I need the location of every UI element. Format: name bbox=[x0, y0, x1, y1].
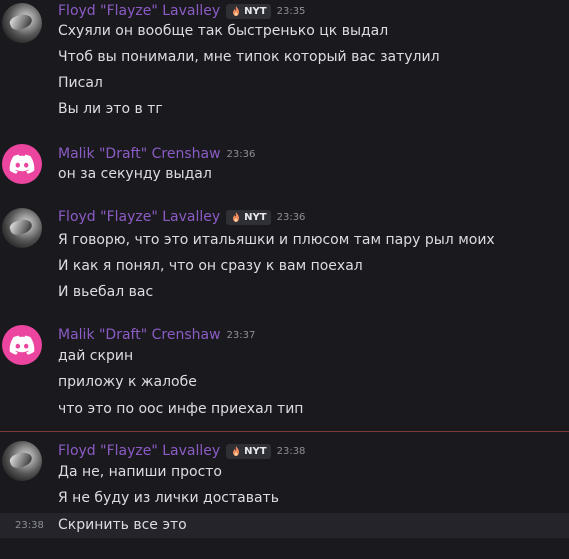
author-name[interactable]: Malik "Draft" Crenshaw bbox=[58, 327, 221, 343]
chat-messages: Floyd "Flayze" Lavalley NYT 23:35 Схуяли… bbox=[0, 0, 569, 559]
role-badge-label: NYT bbox=[244, 211, 267, 223]
role-badge[interactable]: NYT bbox=[226, 443, 271, 459]
author-name[interactable]: Malik "Draft" Crenshaw bbox=[58, 146, 221, 162]
role-badge-label: NYT bbox=[244, 5, 267, 17]
message-text: Скринить все это bbox=[58, 517, 187, 533]
role-badge-label: NYT bbox=[244, 445, 267, 457]
message-header: Floyd "Flayze" Lavalley NYT 23:36 bbox=[58, 209, 305, 225]
message-text: Я не буду из лички доставать bbox=[58, 490, 279, 506]
role-badge[interactable]: NYT bbox=[226, 3, 271, 19]
avatar[interactable] bbox=[2, 208, 42, 248]
timestamp[interactable]: 23:35 bbox=[277, 6, 306, 17]
discord-logo-icon bbox=[9, 335, 35, 355]
author-name[interactable]: Floyd "Flayze" Lavalley bbox=[58, 443, 220, 459]
author-name[interactable]: Floyd "Flayze" Lavalley bbox=[58, 3, 220, 19]
message-text: Я говорю, что это итальяшки и плюсом там… bbox=[58, 232, 495, 248]
role-badge[interactable]: NYT bbox=[226, 209, 271, 225]
message-text: приложу к жалобе bbox=[58, 374, 197, 390]
avatar[interactable] bbox=[2, 3, 42, 43]
message-text: Писал bbox=[58, 75, 103, 91]
message-text: Схуяли он вообще так быстренько цк выдал bbox=[58, 23, 389, 39]
message-header: Malik "Draft" Crenshaw 23:36 bbox=[58, 146, 255, 162]
message-text: Чтоб вы понимали, мне типок который вас … bbox=[58, 49, 440, 65]
avatar[interactable] bbox=[2, 144, 42, 184]
fire-emoji-icon bbox=[233, 6, 240, 16]
message-text: дай скрин bbox=[58, 348, 134, 364]
message-text: он за секунду выдал bbox=[58, 166, 212, 182]
message-text: что это по оос инфе приехал тип bbox=[58, 401, 304, 417]
message-text: И как я понял, что он сразу к вам поехал bbox=[58, 258, 363, 274]
fire-emoji-icon bbox=[233, 446, 240, 456]
message-text: Вы ли это в тг bbox=[58, 101, 163, 117]
new-messages-divider bbox=[0, 431, 569, 432]
avatar[interactable] bbox=[2, 325, 42, 365]
message-header: Floyd "Flayze" Lavalley NYT 23:35 bbox=[58, 3, 305, 19]
timestamp[interactable]: 23:37 bbox=[227, 330, 256, 341]
discord-logo-icon bbox=[9, 154, 35, 174]
message-text: И вьебал вас bbox=[58, 284, 154, 300]
timestamp[interactable]: 23:36 bbox=[277, 212, 306, 223]
fire-emoji-icon bbox=[233, 212, 240, 222]
timestamp[interactable]: 23:38 bbox=[277, 446, 306, 457]
message-header: Malik "Draft" Crenshaw 23:37 bbox=[58, 327, 255, 343]
avatar[interactable] bbox=[2, 441, 42, 481]
message-header: Floyd "Flayze" Lavalley NYT 23:38 bbox=[58, 443, 305, 459]
timestamp[interactable]: 23:36 bbox=[227, 149, 256, 160]
author-name[interactable]: Floyd "Flayze" Lavalley bbox=[58, 209, 220, 225]
message-text: Да не, напиши просто bbox=[58, 464, 223, 480]
hover-timestamp[interactable]: 23:38 bbox=[15, 520, 44, 531]
